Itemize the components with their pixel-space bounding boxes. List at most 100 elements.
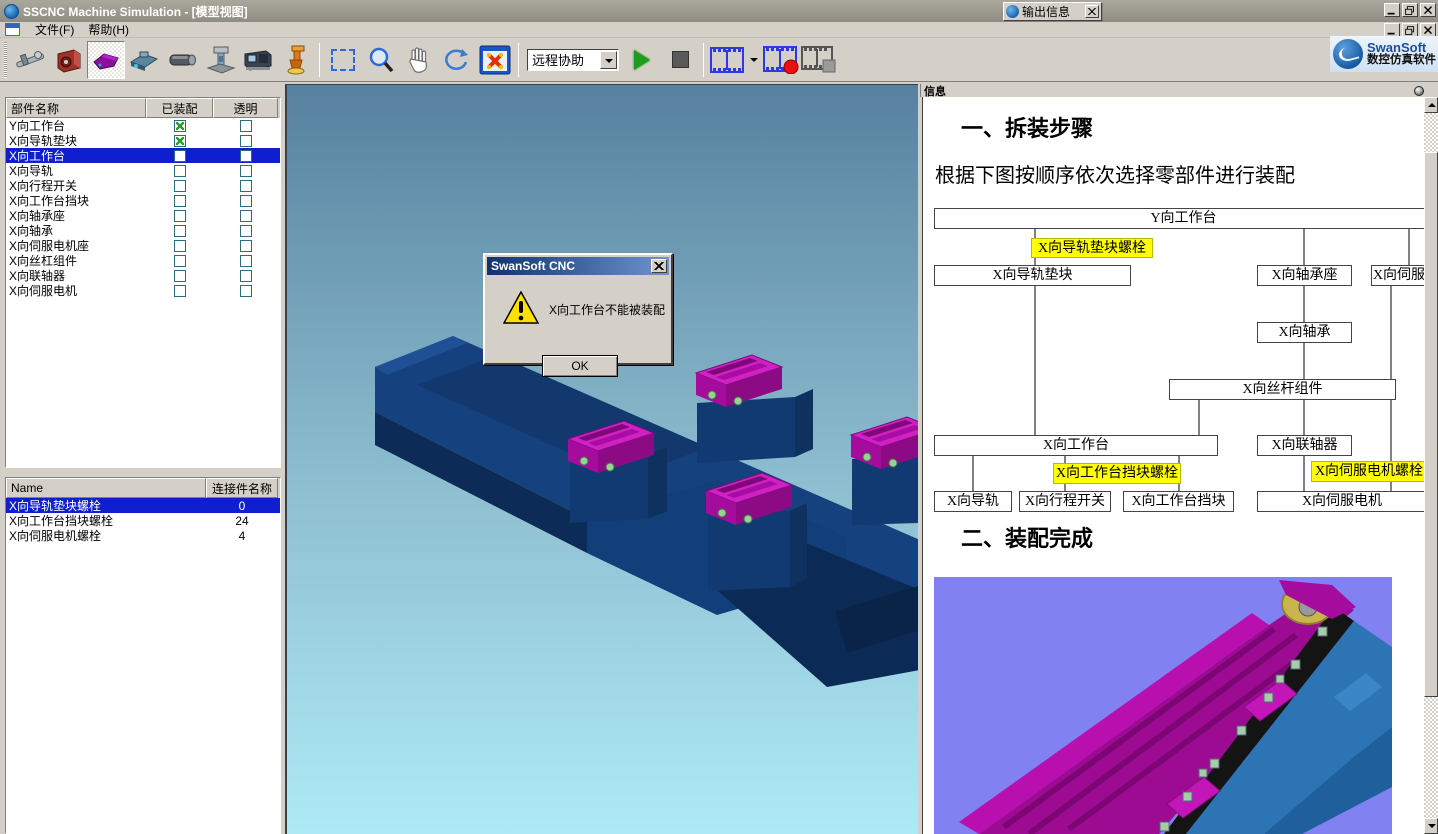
assembled-checkbox[interactable] [174,180,186,192]
machine-bed-tool-button[interactable] [125,41,163,79]
dialog-title-bar[interactable]: SwanSoft CNC [487,257,669,275]
table-row[interactable]: X向伺服电机座 [6,238,280,253]
worktable-part-tool-button[interactable] [87,41,125,79]
ok-button[interactable]: OK [542,355,618,377]
assembled-checkbox[interactable] [174,225,186,237]
mdi-minimize-button[interactable] [1384,23,1400,37]
transparent-checkbox[interactable] [240,240,252,252]
gearbox-tool-button[interactable] [49,41,87,79]
transparent-checkbox[interactable] [240,135,252,147]
table-row[interactable]: X向行程开关 [6,178,280,193]
record-button[interactable] [762,41,800,79]
assembled-checkbox[interactable] [174,270,186,282]
transparent-checkbox[interactable] [240,120,252,132]
table-row[interactable]: X向工作台挡块 [6,193,280,208]
table-row[interactable]: X向工作台 [6,148,280,163]
close-icon[interactable] [1085,5,1099,18]
assembled-checkbox[interactable] [174,255,186,267]
info-scrollbar[interactable] [1424,97,1438,834]
pan-button[interactable] [400,41,438,79]
transparent-checkbox[interactable] [240,150,252,162]
minimize-icon [1388,33,1395,35]
fit-view-button[interactable] [476,41,514,79]
flow-box: X向轴承 [1257,322,1352,343]
info-panel-content: 一、拆装步骤 根据下图按顺序依次选择零部件进行装配 Y向工作台 X向导轨垫块螺栓… [922,97,1424,834]
assembled-checkbox[interactable] [174,195,186,207]
assembled-checkbox[interactable] [174,240,186,252]
scroll-up-button[interactable] [1424,97,1438,113]
restore-icon [1406,7,1414,15]
menu-file[interactable]: 文件(F) [28,20,81,39]
robot-arm-tool-button[interactable] [277,41,315,79]
assembled-checkbox[interactable] [174,210,186,222]
machine-bed-icon [128,44,160,76]
mdi-restore-button[interactable] [1402,23,1418,37]
remote-assist-combo[interactable]: 远程协助 [527,49,619,71]
column-header-part-name[interactable]: 部件名称 [6,98,146,118]
film-record-icon [763,46,799,74]
record-stop-button[interactable] [800,41,838,79]
column-header-assembled[interactable]: 已装配 [146,98,213,118]
drill-press-tool-button[interactable] [201,41,239,79]
column-header-transparent[interactable]: 透明 [213,98,278,118]
flow-box: Y向工作台 [934,208,1424,229]
table-row[interactable]: X向丝杠组件 [6,253,280,268]
screw-shaft-tool-button[interactable] [11,41,49,79]
model-viewport[interactable] [285,84,918,834]
transparent-checkbox[interactable] [240,285,252,297]
assembled-checkbox[interactable] [174,120,186,132]
zoom-button[interactable] [362,41,400,79]
assembled-checkbox[interactable] [174,135,186,147]
table-row[interactable]: X向伺服电机 [6,283,280,298]
scrollbar-thumb[interactable] [1424,152,1438,697]
list-item[interactable]: X向工作台挡块螺栓 24 [6,513,280,528]
assembled-checkbox[interactable] [174,150,186,162]
stop-button[interactable] [661,41,699,79]
mdi-close-button[interactable] [1420,23,1436,37]
output-info-float-window[interactable]: 输出信息 [1003,2,1102,21]
spindle-tool-button[interactable] [163,41,201,79]
mdi-child-icon[interactable] [5,23,20,36]
transparent-checkbox[interactable] [240,195,252,207]
close-icon[interactable] [651,259,667,273]
chevron-down-icon[interactable] [600,51,617,69]
restore-icon [1406,27,1414,35]
table-row[interactable]: X向轴承座 [6,208,280,223]
transparent-checkbox[interactable] [240,270,252,282]
flow-box: X向导轨垫块 [934,265,1131,286]
table-row[interactable]: X向联轴器 [6,268,280,283]
transparent-checkbox[interactable] [240,255,252,267]
column-header-connector-count[interactable]: 连接件名称 [206,478,278,498]
table-row[interactable]: X向导轨 [6,163,280,178]
info-panel-caption: 信息 [920,84,1438,97]
toolbar-grip[interactable] [4,42,7,78]
flow-box-bolt: X向导轨垫块螺栓 [1031,238,1153,258]
assembled-checkbox[interactable] [174,165,186,177]
pin-icon[interactable] [1414,86,1424,96]
minimize-icon [1388,13,1395,15]
scroll-down-button[interactable] [1424,818,1438,834]
menu-help[interactable]: 帮助(H) [81,20,136,39]
table-row[interactable]: X向导轨垫块 [6,133,280,148]
table-row[interactable]: X向轴承 [6,223,280,238]
list-item[interactable]: X向伺服电机螺栓 4 [6,528,280,543]
transparent-checkbox[interactable] [240,225,252,237]
rotate-button[interactable] [438,41,476,79]
transparent-checkbox[interactable] [240,180,252,192]
list-item[interactable]: X向导轨垫块螺栓 0 [6,498,280,513]
close-button[interactable] [1420,3,1436,17]
table-row[interactable]: Y向工作台 [6,118,280,133]
play-button[interactable] [623,41,661,79]
minimize-button[interactable] [1384,3,1400,17]
assembled-checkbox[interactable] [174,285,186,297]
record-play-button[interactable] [708,41,746,79]
menu-bar: 文件(F) 帮助(H) [0,22,1438,38]
flow-box: X向伺服电机 [1257,491,1424,512]
select-rect-button[interactable] [324,41,362,79]
restore-button[interactable] [1402,3,1418,17]
transparent-checkbox[interactable] [240,210,252,222]
cnc-machine-tool-button[interactable] [239,41,277,79]
transparent-checkbox[interactable] [240,165,252,177]
column-header-name[interactable]: Name [6,478,206,498]
record-dropdown-button[interactable] [746,41,762,79]
